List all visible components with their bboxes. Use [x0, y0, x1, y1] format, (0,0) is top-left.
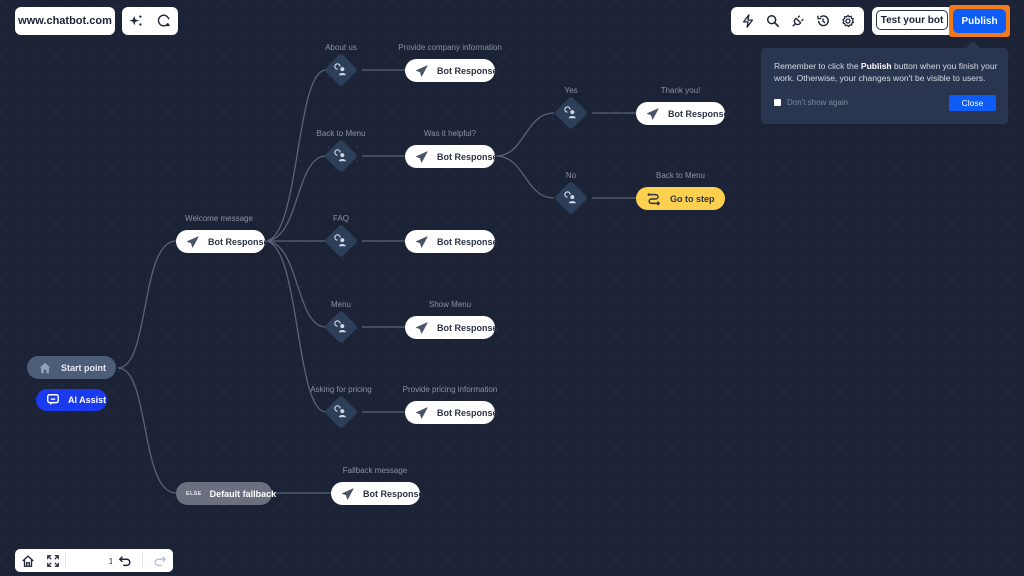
followup-0-response-label: Thank you!: [660, 86, 701, 95]
paper-plane-icon: [646, 106, 660, 122]
intent-0-label: About us: [325, 43, 357, 52]
intent-4-response-label: Provide pricing information: [402, 385, 498, 394]
intent-1-label: Back to Menu: [316, 129, 366, 138]
fit-to-screen-icon[interactable]: [45, 553, 61, 569]
go-to-step-icon: [646, 191, 662, 207]
welcome-bot-response-node[interactable]: Bot Response: [176, 230, 269, 253]
paper-plane-icon: [415, 320, 429, 336]
edge-start-fallback: [117, 367, 177, 494]
fallback-message-label: Fallback message: [342, 466, 408, 475]
undo-icon[interactable]: [117, 553, 133, 569]
publish-reminder-popover: Remember to click the Publish button whe…: [761, 48, 1008, 124]
publish-highlight: Publish: [949, 5, 1010, 37]
chat-bot-icon: [46, 392, 60, 408]
home-icon[interactable]: [20, 553, 36, 569]
dont-show-again-checkbox[interactable]: [774, 99, 781, 106]
paper-plane-icon: [341, 486, 355, 502]
intent-3-label: Menu: [330, 300, 352, 309]
history-controls: [112, 549, 173, 572]
site-url-badge[interactable]: www.chatbot.com: [15, 7, 115, 35]
paper-plane-icon: [415, 149, 429, 165]
site-url: www.chatbot.com: [18, 15, 112, 27]
intent-1-response-label: Was it helpful?: [423, 129, 477, 138]
left-tools: [122, 7, 178, 35]
dont-show-again-option[interactable]: Don't show again: [774, 98, 848, 107]
chat-refresh-icon[interactable]: [156, 13, 172, 29]
paper-plane-icon: [415, 405, 429, 421]
test-your-bot-button[interactable]: Test your bot: [876, 10, 948, 30]
paper-plane-icon: [415, 234, 429, 250]
followup-1-label: No: [565, 171, 577, 180]
followup-0-label: Yes: [564, 86, 578, 95]
dont-show-again-label: Don't show again: [787, 98, 849, 107]
lightning-icon[interactable]: [740, 13, 756, 29]
publish-button[interactable]: Publish: [953, 9, 1006, 33]
sparkles-icon[interactable]: [128, 13, 144, 29]
redo-icon[interactable]: [152, 553, 168, 569]
intent-2-response-node[interactable]: Bot Response: [405, 230, 498, 253]
fallback-bot-response-node[interactable]: Bot Response: [331, 482, 424, 505]
followup-0-response-node[interactable]: Bot Response: [636, 102, 729, 125]
popover-message: Remember to click the Publish button whe…: [774, 61, 998, 83]
intent-2-label: FAQ: [332, 214, 350, 223]
paper-plane-icon: [186, 234, 200, 250]
intent-3-response-node[interactable]: Bot Response: [405, 316, 498, 339]
edge-welcome-back: [264, 155, 327, 242]
history-icon[interactable]: [815, 13, 831, 29]
search-icon[interactable]: [765, 13, 781, 29]
intent-0-response-node[interactable]: Bot Response: [405, 59, 498, 82]
intent-4-response-node[interactable]: Bot Response: [405, 401, 498, 424]
edge-start-welcome: [117, 240, 177, 369]
paper-plane-icon: [415, 63, 429, 79]
followup-1-response-node[interactable]: Go to step: [636, 187, 725, 210]
default-fallback-node[interactable]: ELSE Default fallback: [176, 482, 276, 505]
ai-assist-button[interactable]: AI Assist: [36, 389, 107, 411]
intent-4-label: Asking for pricing: [310, 385, 372, 394]
plug-icon[interactable]: [790, 13, 806, 29]
edge-welcome-about: [264, 69, 327, 242]
toolbar: [731, 7, 864, 35]
divider: [141, 552, 143, 569]
welcome-message-label: Welcome message: [185, 214, 253, 223]
start-point-node[interactable]: Start point: [27, 356, 116, 379]
edge-helpful-no: [495, 155, 555, 199]
edge-helpful-yes: [495, 112, 555, 157]
else-tag: ELSE: [186, 490, 202, 497]
followup-1-response-label: Back to Menu: [656, 171, 705, 180]
close-button[interactable]: Close: [949, 95, 996, 111]
intent-1-response-node[interactable]: Bot Response: [405, 145, 498, 168]
home-icon: [37, 360, 53, 376]
gear-icon[interactable]: [840, 13, 856, 29]
intent-3-response-label: Show Menu: [428, 300, 472, 309]
intent-0-response-label: Provide company information: [398, 43, 502, 52]
